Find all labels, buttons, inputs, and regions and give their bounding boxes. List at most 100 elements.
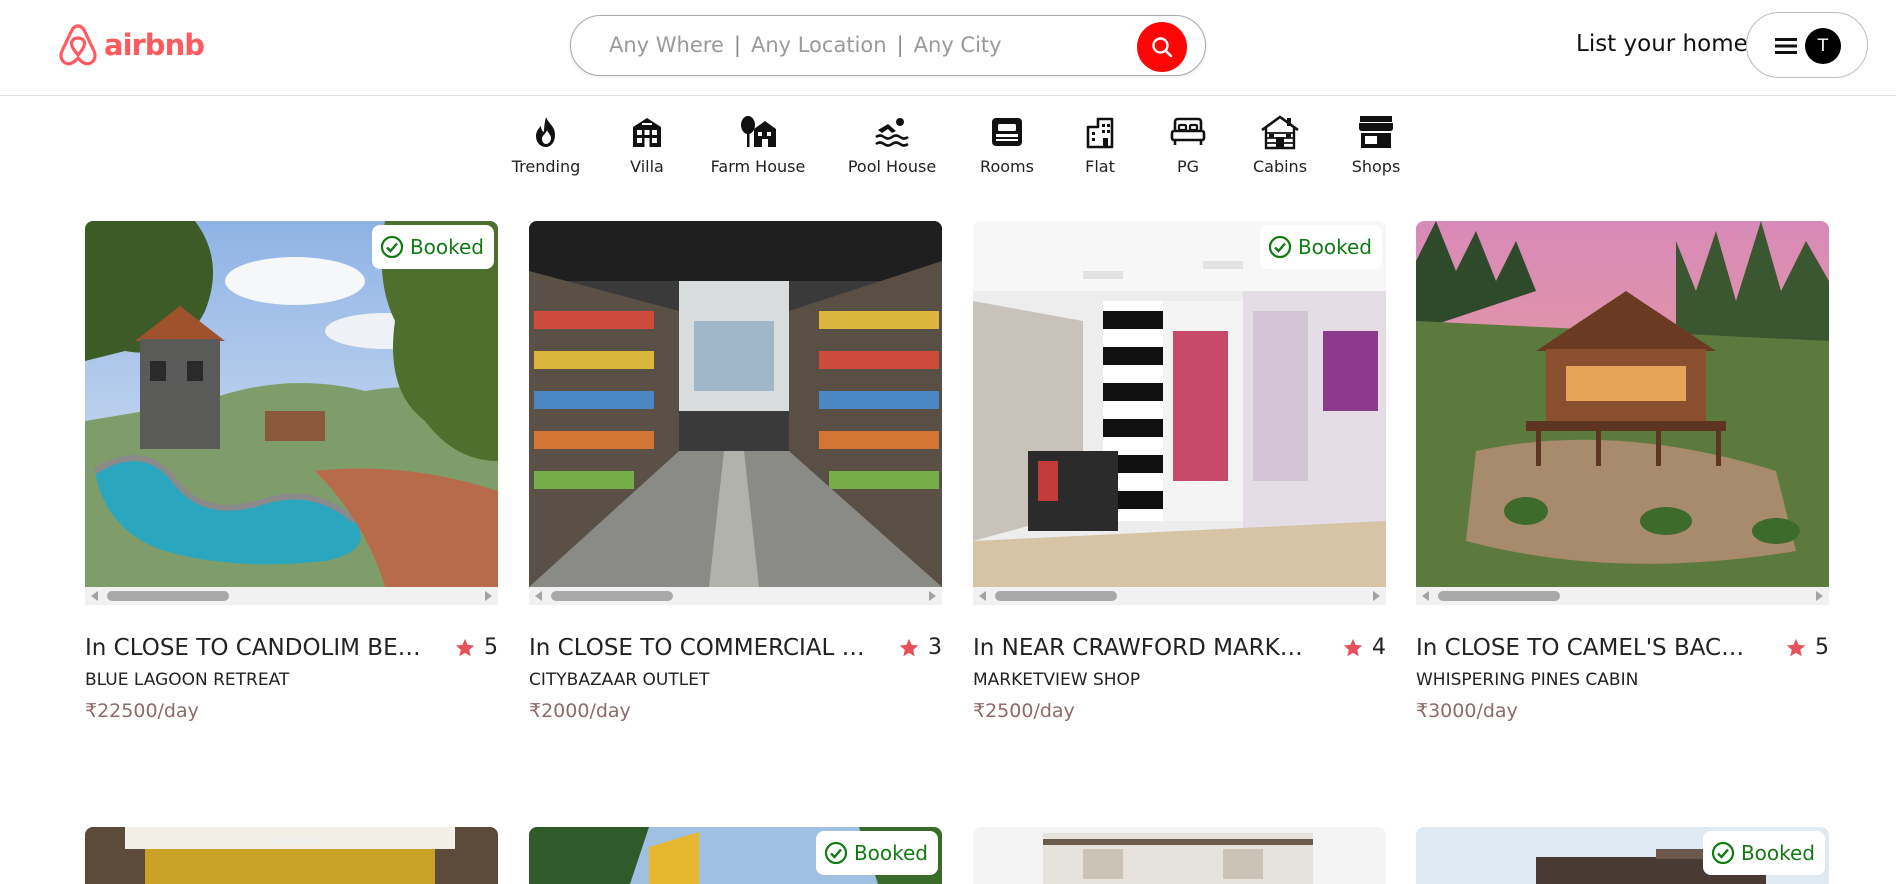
category-cabins[interactable]: Cabins bbox=[1230, 112, 1330, 176]
listing-card[interactable]: Booked In NEAR CRAWFORD MARKET, MUMBAI 4… bbox=[973, 221, 1386, 722]
listing-card[interactable]: In CLOSE TO COMMERCIAL STREET 3 CITYBAZA… bbox=[529, 221, 942, 722]
scroll-left-arrow-icon[interactable] bbox=[979, 591, 986, 601]
airbnb-logo[interactable]: airbnb bbox=[58, 22, 205, 68]
listing-name: WHISPERING PINES CABIN bbox=[1416, 670, 1639, 690]
search-icon bbox=[1152, 37, 1173, 58]
user-menu-button[interactable]: T bbox=[1746, 12, 1868, 78]
star-icon bbox=[455, 638, 475, 656]
scroll-left-arrow-icon[interactable] bbox=[1422, 591, 1429, 601]
scrollbar-thumb[interactable] bbox=[107, 591, 229, 601]
booked-label: Booked bbox=[409, 235, 484, 259]
scroll-right-arrow-icon[interactable] bbox=[1816, 591, 1823, 601]
listing-card[interactable]: Booked bbox=[1416, 827, 1829, 884]
airbnb-logo-icon bbox=[59, 24, 97, 66]
listing-photo[interactable]: Booked bbox=[1416, 827, 1829, 884]
booked-label: Booked bbox=[1297, 235, 1372, 259]
booked-badge: Booked bbox=[371, 225, 494, 269]
listing-card[interactable]: Booked In CLOSE TO CANDOLIM BEACH 5 BLUE… bbox=[85, 221, 498, 722]
list-your-home-link[interactable]: List your home bbox=[1576, 31, 1748, 57]
search-city[interactable]: Any City bbox=[914, 33, 1002, 57]
listing-rating: 5 bbox=[1785, 635, 1829, 660]
search-where[interactable]: Any Where bbox=[609, 33, 724, 57]
hamburger-menu-icon bbox=[1775, 38, 1797, 54]
scroll-right-arrow-icon[interactable] bbox=[929, 591, 936, 601]
scrollbar-thumb[interactable] bbox=[995, 591, 1117, 601]
listing-name: CITYBAZAAR OUTLET bbox=[529, 670, 710, 690]
booked-label: Booked bbox=[1740, 841, 1815, 865]
scrollbar-thumb[interactable] bbox=[1438, 591, 1560, 601]
listing-photo[interactable]: Booked bbox=[529, 827, 942, 884]
top-navbar: airbnb Any Where | Any Location | Any City L… bbox=[0, 0, 1896, 96]
bed-icon bbox=[987, 112, 1027, 152]
category-label: Pool House bbox=[847, 157, 937, 176]
photo-scrollbar[interactable] bbox=[529, 587, 942, 605]
category-label: Shops bbox=[1351, 157, 1401, 176]
booked-badge: Booked bbox=[815, 831, 938, 875]
category-label: Cabins bbox=[1252, 157, 1308, 176]
scroll-right-arrow-icon[interactable] bbox=[485, 591, 492, 601]
search-separator: | bbox=[896, 33, 904, 57]
listing-card[interactable] bbox=[973, 827, 1386, 884]
photo-scrollbar[interactable] bbox=[1416, 587, 1829, 605]
category-label: Trending bbox=[511, 157, 581, 176]
listing-title[interactable]: In CLOSE TO COMMERCIAL STREET bbox=[529, 635, 869, 661]
listing-card[interactable]: Booked bbox=[529, 827, 942, 884]
photo-scrollbar[interactable] bbox=[85, 587, 498, 605]
category-label: Farm House bbox=[710, 157, 806, 176]
fire-icon bbox=[526, 112, 566, 152]
category-trending[interactable]: Trending bbox=[496, 112, 596, 176]
check-circle-icon bbox=[824, 841, 848, 865]
booked-badge: Booked bbox=[1259, 225, 1382, 269]
listing-rating: 5 bbox=[454, 635, 498, 660]
category-pg[interactable]: PG bbox=[1138, 112, 1238, 176]
listing-title[interactable]: In NEAR CRAWFORD MARKET, MUMBAI bbox=[973, 635, 1313, 661]
listing-price: ₹22500/day bbox=[85, 700, 199, 722]
rating-value: 5 bbox=[1815, 635, 1829, 660]
listing-price: ₹2500/day bbox=[973, 700, 1075, 722]
listing-rating: 3 bbox=[898, 635, 942, 660]
photo-scrollbar[interactable] bbox=[973, 587, 1386, 605]
listing-card[interactable]: In CLOSE TO CAMEL'S BACK ROAD 5 WHISPERI… bbox=[1416, 221, 1829, 722]
category-farm-house[interactable]: Farm House bbox=[708, 112, 808, 176]
search-bar[interactable]: Any Where | Any Location | Any City bbox=[570, 15, 1206, 76]
category-shops[interactable]: Shops bbox=[1326, 112, 1426, 176]
category-label: Rooms bbox=[980, 157, 1034, 176]
listing-title[interactable]: In CLOSE TO CANDOLIM BEACH bbox=[85, 635, 425, 661]
shop-icon bbox=[1356, 112, 1396, 152]
listing-photo[interactable] bbox=[529, 221, 942, 587]
search-button[interactable] bbox=[1137, 22, 1187, 72]
rating-value: 5 bbox=[484, 635, 498, 660]
listing-card[interactable] bbox=[85, 827, 498, 884]
check-circle-icon bbox=[1268, 235, 1292, 259]
category-rooms[interactable]: Rooms bbox=[957, 112, 1057, 176]
scrollbar-thumb[interactable] bbox=[551, 591, 673, 601]
listing-title[interactable]: In CLOSE TO CAMEL'S BACK ROAD bbox=[1416, 635, 1756, 661]
search-fields: Any Where | Any Location | Any City bbox=[609, 33, 1002, 57]
category-flat[interactable]: Flat bbox=[1050, 112, 1150, 176]
scroll-left-arrow-icon[interactable] bbox=[91, 591, 98, 601]
rating-value: 3 bbox=[928, 635, 942, 660]
listing-rating: 4 bbox=[1342, 635, 1386, 660]
listing-price: ₹2000/day bbox=[529, 700, 631, 722]
rating-value: 4 bbox=[1372, 635, 1386, 660]
listing-name: BLUE LAGOON RETREAT bbox=[85, 670, 290, 690]
listing-photo[interactable] bbox=[85, 827, 498, 884]
check-circle-icon bbox=[1711, 841, 1735, 865]
category-pool-house[interactable]: Pool House bbox=[842, 112, 942, 176]
listing-photo[interactable] bbox=[973, 827, 1386, 884]
listing-photo[interactable]: Booked bbox=[973, 221, 1386, 587]
logo-text: airbnb bbox=[104, 28, 205, 62]
scroll-right-arrow-icon[interactable] bbox=[1373, 591, 1380, 601]
category-label: Villa bbox=[630, 157, 664, 176]
listing-name: MARKETVIEW SHOP bbox=[973, 670, 1141, 690]
search-separator: | bbox=[733, 33, 741, 57]
category-label: PG bbox=[1176, 157, 1200, 176]
listing-price: ₹3000/day bbox=[1416, 700, 1518, 722]
search-location[interactable]: Any Location bbox=[751, 33, 887, 57]
listing-photo[interactable] bbox=[1416, 221, 1829, 587]
listing-photo[interactable]: Booked bbox=[85, 221, 498, 587]
star-icon bbox=[899, 638, 919, 656]
category-villa[interactable]: Villa bbox=[597, 112, 697, 176]
bed-outline-icon bbox=[1168, 112, 1208, 152]
scroll-left-arrow-icon[interactable] bbox=[535, 591, 542, 601]
